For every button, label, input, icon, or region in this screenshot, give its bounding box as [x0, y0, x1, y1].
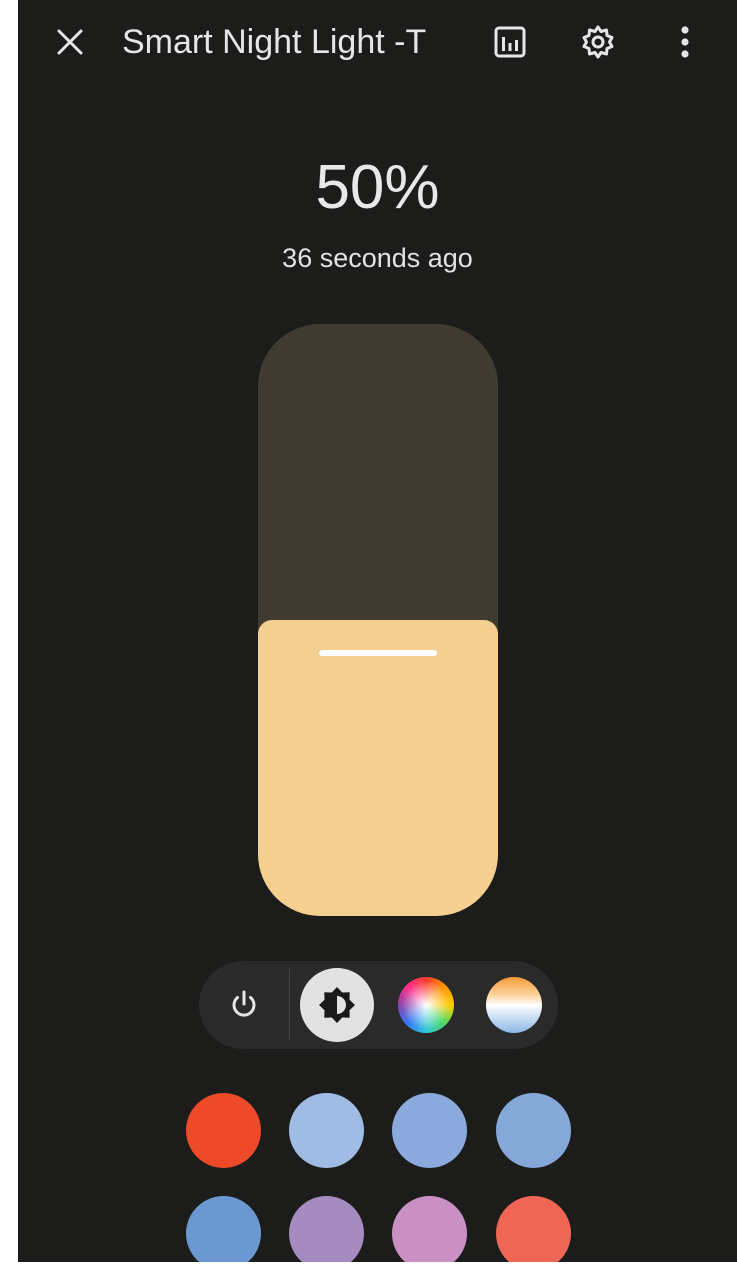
chart-icon [494, 26, 526, 58]
favorite-color-swatch[interactable] [392, 1196, 467, 1262]
close-icon [57, 29, 83, 55]
favorite-color-swatch[interactable] [186, 1196, 261, 1262]
more-vertical-icon [681, 26, 689, 58]
favorite-color-swatch[interactable] [496, 1196, 571, 1262]
brightness-mode-button[interactable] [300, 968, 374, 1042]
color-temperature-mode-button[interactable] [477, 968, 551, 1042]
light-more-info-dialog: Smart Night Light -T 50% 36 seconds ago [18, 0, 737, 1262]
power-toggle-button[interactable] [207, 968, 281, 1042]
color-temperature-icon [486, 977, 542, 1033]
top-app-bar: Smart Night Light -T [18, 0, 737, 86]
brightness-readout: 50% [315, 153, 440, 222]
color-wheel-icon [398, 977, 454, 1033]
mode-selector [199, 961, 558, 1049]
close-button[interactable] [44, 16, 96, 68]
favorite-color-swatch[interactable] [392, 1093, 467, 1168]
favorite-color-swatch[interactable] [289, 1196, 364, 1262]
favorite-color-swatch[interactable] [289, 1093, 364, 1168]
history-button[interactable] [484, 16, 536, 68]
brightness-slider-fill [258, 620, 498, 916]
mode-divider [289, 969, 290, 1041]
power-icon [232, 990, 256, 1017]
more-options-button[interactable] [659, 16, 711, 68]
brightness-icon [319, 987, 355, 1023]
page-title: Smart Night Light -T [122, 23, 427, 61]
last-changed-text: 36 seconds ago [282, 243, 473, 273]
favorite-color-swatch[interactable] [496, 1093, 571, 1168]
brightness-slider[interactable] [258, 324, 498, 916]
brightness-slider-handle[interactable] [319, 650, 437, 656]
settings-button[interactable] [572, 16, 624, 68]
color-mode-button[interactable] [389, 968, 463, 1042]
favorite-color-swatch[interactable] [186, 1093, 261, 1168]
gear-icon [582, 25, 614, 59]
